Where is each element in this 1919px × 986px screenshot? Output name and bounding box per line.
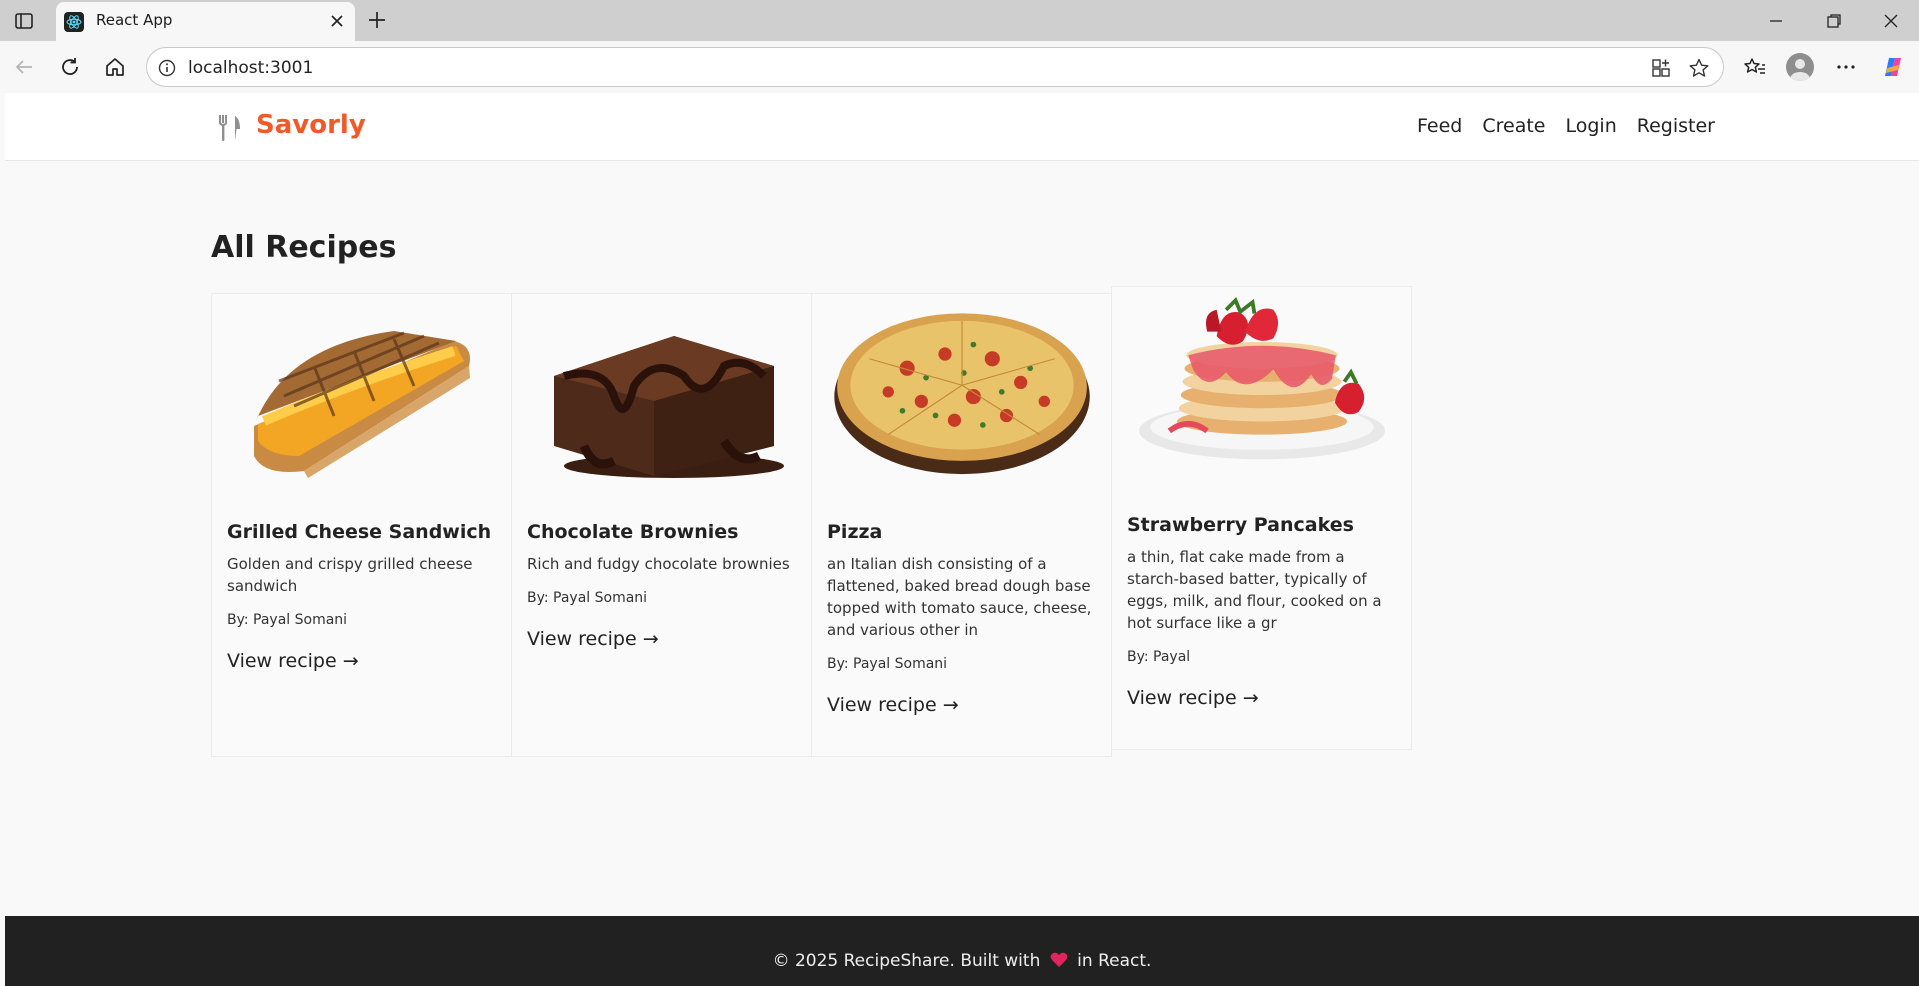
footer-text-start: © 2025 RecipeShare. Built with xyxy=(772,951,1041,971)
view-recipe-link[interactable]: View recipe → xyxy=(1127,687,1259,709)
site-logo[interactable]: Savorly xyxy=(256,110,366,140)
sidebar-toggle-icon[interactable] xyxy=(12,9,36,33)
more-menu-icon[interactable] xyxy=(1834,55,1858,79)
close-window-icon[interactable] xyxy=(1882,12,1900,30)
site-footer: © 2025 RecipeShare. Built with in React. xyxy=(5,916,1919,986)
site-info-icon[interactable] xyxy=(157,58,177,78)
strawberry-pancakes-image xyxy=(1139,297,1385,460)
pizza-image xyxy=(834,313,1090,475)
recipe-description: an Italian dish consisting of a flattene… xyxy=(827,555,1092,639)
browser-toolbar: localhost:3001 xyxy=(0,41,1919,93)
recipe-title[interactable]: Strawberry Pancakes xyxy=(1127,514,1354,536)
nav-register[interactable]: Register xyxy=(1637,115,1715,137)
nav-create[interactable]: Create xyxy=(1482,115,1545,137)
new-tab-icon[interactable] xyxy=(366,9,388,31)
favorite-star-icon[interactable] xyxy=(1688,57,1710,79)
refresh-icon[interactable] xyxy=(58,55,82,79)
home-icon[interactable] xyxy=(103,55,127,79)
url-text[interactable]: localhost:3001 xyxy=(188,58,313,78)
restore-icon[interactable] xyxy=(1825,12,1843,30)
browser-tab[interactable]: React App xyxy=(56,2,355,41)
browser-tab-bar: React App xyxy=(0,0,1919,41)
recipe-card: Grilled Cheese Sandwich Golden and crisp… xyxy=(211,293,512,757)
back-icon[interactable] xyxy=(12,55,36,79)
recipe-title[interactable]: Chocolate Brownies xyxy=(527,521,738,543)
grilled-cheese-image xyxy=(254,331,470,478)
page-viewport: Savorly Feed Create Login Register All R… xyxy=(5,93,1919,986)
fork-knife-icon xyxy=(218,115,240,141)
footer-text-end: in React. xyxy=(1077,951,1152,971)
main-nav: Feed Create Login Register xyxy=(1417,115,1715,137)
tab-title: React App xyxy=(96,11,173,29)
close-tab-icon[interactable] xyxy=(329,13,345,29)
view-recipe-link[interactable]: View recipe → xyxy=(227,650,359,672)
app-available-icon[interactable] xyxy=(1650,57,1672,79)
view-recipe-link[interactable]: View recipe → xyxy=(827,694,959,716)
react-icon xyxy=(64,12,84,32)
site-header: Savorly Feed Create Login Register xyxy=(5,93,1919,161)
recipe-title[interactable]: Pizza xyxy=(827,521,882,543)
recipe-card: Strawberry Pancakes a thin, flat cake ma… xyxy=(1111,286,1412,750)
profile-avatar[interactable] xyxy=(1786,53,1814,81)
copilot-icon[interactable] xyxy=(1881,55,1905,79)
heart-icon xyxy=(1050,952,1068,967)
recipe-title[interactable]: Grilled Cheese Sandwich xyxy=(227,521,491,543)
nav-login[interactable]: Login xyxy=(1566,115,1617,137)
recipe-description: a thin, flat cake made from a starch-bas… xyxy=(1127,548,1382,632)
address-bar[interactable]: localhost:3001 xyxy=(146,47,1724,87)
recipe-description: Golden and crispy grilled cheese sandwic… xyxy=(227,555,473,595)
recipe-author: By: Payal Somani xyxy=(527,590,648,606)
recipe-card: Pizza an Italian dish consisting of a fl… xyxy=(811,293,1112,757)
page-title: All Recipes xyxy=(211,230,397,265)
recipe-author: By: Payal xyxy=(1127,649,1191,665)
brownies-image xyxy=(554,336,784,478)
footer-copyright: © 2025 RecipeShare. Built with in React. xyxy=(5,951,1919,971)
view-recipe-link[interactable]: View recipe → xyxy=(527,628,659,650)
minimize-icon[interactable] xyxy=(1767,12,1785,30)
recipe-description: Rich and fudgy chocolate brownies xyxy=(527,555,790,573)
profile-person-icon xyxy=(1790,59,1810,81)
recipe-card: Chocolate Brownies Rich and fudgy chocol… xyxy=(511,293,812,757)
recipe-author: By: Payal Somani xyxy=(227,612,348,628)
recipe-author: By: Payal Somani xyxy=(827,656,948,672)
nav-feed[interactable]: Feed xyxy=(1417,115,1462,137)
favorites-icon[interactable] xyxy=(1743,55,1767,79)
